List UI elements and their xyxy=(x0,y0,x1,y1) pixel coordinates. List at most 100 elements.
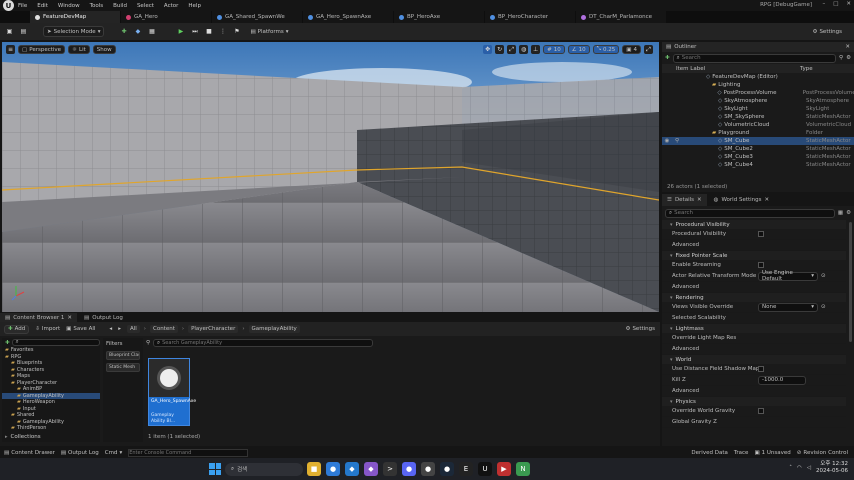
scale-icon[interactable]: ⤢ xyxy=(507,45,517,54)
browse-icon[interactable]: ⊙ xyxy=(821,304,826,310)
chrome-icon[interactable]: ● xyxy=(326,462,340,476)
outliner-row[interactable]: ◉ ⚲ ◇ SM_Cube StaticMeshActor xyxy=(662,137,854,145)
add-icon[interactable]: ✚ xyxy=(5,340,10,346)
details-section-header[interactable]: ▾ Procedural Visibility xyxy=(662,220,846,229)
property-checkbox[interactable] xyxy=(758,408,764,414)
menu-item-help[interactable]: Help xyxy=(188,3,201,9)
details-section-header[interactable]: ▾ Lightmass xyxy=(662,324,846,333)
outliner-row[interactable]: ◇ SM_Cube4 StaticMeshActor xyxy=(662,161,854,169)
breadcrumb-item[interactable]: All xyxy=(126,325,140,333)
perspective-button[interactable]: ▢ Perspective xyxy=(18,45,66,54)
launch-icon[interactable]: ⚑ xyxy=(232,27,241,36)
outliner-row[interactable]: ◇ SkyAtmosphere SkyAtmosphere xyxy=(662,97,854,105)
close-icon[interactable]: ✕ xyxy=(697,197,702,203)
save-all-button[interactable]: ▣ Save All xyxy=(66,326,95,332)
browse-icon[interactable]: ▤ xyxy=(19,27,28,36)
breadcrumb-item[interactable]: GameplayAbility xyxy=(248,325,300,333)
unreal-logo-icon[interactable]: U xyxy=(3,0,14,11)
details-scrollbar[interactable] xyxy=(849,222,852,342)
doc-tab-ga-shared-spawnwe[interactable]: GA_Shared_SpawnWe xyxy=(212,11,302,23)
menu-item-build[interactable]: Build xyxy=(113,3,127,9)
minimize-icon[interactable]: – xyxy=(822,1,825,7)
outliner-row[interactable]: ◇ FeatureDevMap (Editor) xyxy=(662,73,854,81)
details-section-header[interactable]: ▾ Rendering xyxy=(662,293,846,302)
add-button[interactable]: ✚ Add xyxy=(4,324,30,334)
viewport-menu-icon[interactable]: ≡ xyxy=(6,45,15,54)
lit-button[interactable]: ☼ Lit xyxy=(68,45,90,54)
wifi-icon[interactable]: ◠ xyxy=(797,465,802,471)
outliner-search[interactable]: ⌕ xyxy=(672,53,837,63)
close-icon[interactable]: ✕ xyxy=(67,315,72,321)
tab-content-browser[interactable]: ▤ Content Browser 1 ✕ xyxy=(0,313,77,322)
media-icon[interactable]: ▶ xyxy=(497,462,511,476)
tab-details[interactable]: ☰ Details ✕ xyxy=(662,194,707,206)
outliner-row[interactable]: ◇ SM_Cube3 StaticMeshActor xyxy=(662,153,854,161)
details-section-header[interactable]: ▾ World xyxy=(662,355,846,364)
surface-snap-icon[interactable]: ⊥ xyxy=(531,45,541,54)
details-section-header[interactable]: ▾ Fixed Pointer Scale xyxy=(662,251,846,260)
show-button[interactable]: Show xyxy=(92,45,116,54)
outliner-row[interactable]: ▰ Playground Folder xyxy=(662,129,854,137)
breadcrumb-item[interactable]: Content xyxy=(149,325,178,333)
terminal-icon[interactable]: > xyxy=(383,462,397,476)
steam-icon[interactable]: ● xyxy=(440,462,454,476)
blueprint-icon[interactable]: ◆ xyxy=(133,27,142,36)
github-icon[interactable]: ● xyxy=(421,462,435,476)
outliner-row[interactable]: ◇ VolumetricCloud VolumetricCloud xyxy=(662,121,854,129)
property-dropdown[interactable]: None ▾ xyxy=(758,302,818,312)
cinematics-icon[interactable]: ▦ xyxy=(147,27,156,36)
eye-icon[interactable]: ◉ xyxy=(662,138,672,144)
property-dropdown[interactable]: Use Engine Default ▾ xyxy=(758,270,818,282)
doc-tab-bp-herocharacter[interactable]: BP_HeroCharacter xyxy=(485,11,575,23)
tab-output-log[interactable]: ▤ Output Log xyxy=(79,313,128,322)
maximize-viewport-icon[interactable]: ⤢ xyxy=(644,45,653,54)
outliner-row[interactable]: ◇ PostProcessVolume PostProcessVolume xyxy=(662,89,854,97)
add-icon[interactable]: ✚ xyxy=(665,55,670,61)
doc-tab-dt-charm-parlamonce[interactable]: DT_CharM_Parlamonce xyxy=(576,11,666,23)
file-explorer-icon[interactable]: ■ xyxy=(307,462,321,476)
content-drawer-button[interactable]: ▤ Content Drawer xyxy=(4,450,55,456)
asset-search[interactable]: ⌕ xyxy=(153,339,374,347)
col-type-label[interactable]: Type xyxy=(800,66,813,72)
unsaved-button[interactable]: ▣ 1 Unsaved xyxy=(754,450,790,456)
camera-speed-button[interactable]: ▣ 4 xyxy=(622,45,641,54)
filter-icon[interactable]: ⚲ xyxy=(146,340,150,346)
cmd-dropdown[interactable]: Cmd ▾ xyxy=(105,450,122,456)
property-checkbox[interactable] xyxy=(758,231,764,237)
doc-tab-ga-hero-spawnaxe[interactable]: GA_Hero_SpawnAxe xyxy=(303,11,393,23)
clock[interactable]: 오후 12:32 2024-05-06 xyxy=(816,461,848,475)
tree-item[interactable]: ▰ ThirdPerson xyxy=(2,425,100,432)
platforms-button[interactable]: ▤ Platforms ▾ xyxy=(250,29,288,35)
world-icon[interactable]: ◍ xyxy=(519,45,529,54)
epic-icon[interactable]: E xyxy=(459,462,473,476)
filter-icon[interactable]: ⚲ xyxy=(839,55,843,61)
taskbar-search[interactable]: ⌕ 검색 xyxy=(225,462,303,476)
outliner-search-input[interactable] xyxy=(681,55,833,61)
property-checkbox[interactable] xyxy=(758,262,764,268)
forward-icon[interactable]: ▸ xyxy=(118,326,121,332)
outliner-row[interactable]: ◇ SM_SkySphere StaticMeshActor xyxy=(662,113,854,121)
windows-start-icon[interactable] xyxy=(209,463,221,475)
breadcrumb-item[interactable]: PlayerCharacter xyxy=(188,325,239,333)
trace-button[interactable]: Trace xyxy=(734,450,749,456)
menu-item-actor[interactable]: Actor xyxy=(164,3,178,9)
col-item-label[interactable]: Item Label xyxy=(676,66,800,72)
output-log-button[interactable]: ▤ Output Log xyxy=(61,450,99,456)
menu-item-file[interactable]: File xyxy=(18,3,27,9)
tree-search[interactable]: ⌕ xyxy=(11,339,100,346)
doc-tab-featuredevmap[interactable]: FeatureDevMap xyxy=(30,11,120,23)
menu-item-tools[interactable]: Tools xyxy=(90,3,104,9)
property-checkbox[interactable] xyxy=(758,366,764,372)
browse-icon[interactable]: ⊙ xyxy=(821,273,826,279)
collections-header[interactable]: ▸ Collections xyxy=(5,434,41,440)
unreal-icon[interactable]: U xyxy=(478,462,492,476)
property-number-field[interactable]: -1000.0 xyxy=(758,375,806,385)
settings-button[interactable]: ⚙ Settings xyxy=(813,29,843,35)
vscode-icon[interactable]: ◆ xyxy=(345,462,359,476)
chevron-up-icon[interactable]: ˄ xyxy=(789,465,792,471)
save-icon[interactable]: ▣ xyxy=(5,27,14,36)
play-icon[interactable]: ▶ xyxy=(176,27,185,36)
notepad-icon[interactable]: N xyxy=(516,462,530,476)
outliner-tab[interactable]: ▤ Outliner ✕ xyxy=(662,42,854,52)
filter-chip[interactable]: Static Mesh xyxy=(106,363,140,372)
